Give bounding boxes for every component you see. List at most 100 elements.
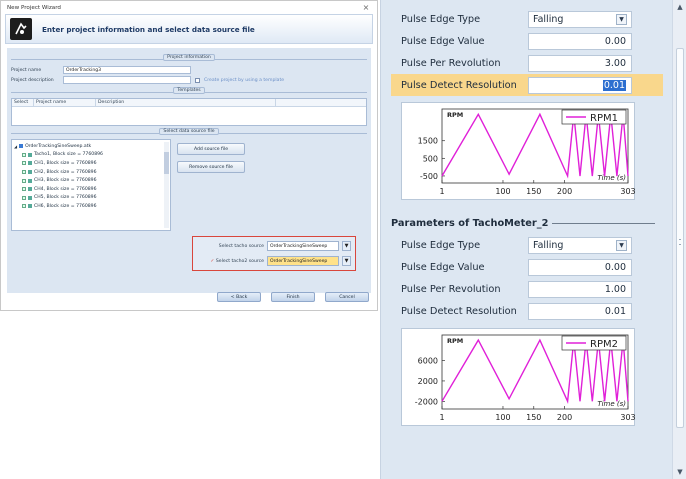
chevron-down-icon[interactable]: ▼ xyxy=(342,241,351,251)
x-tick-label: 150 xyxy=(526,413,541,422)
x-tick-label: 1 xyxy=(439,413,444,422)
data-source-tree[interactable]: ◢ OrderTrackingSineSweep.atk Tacho1, Blo… xyxy=(11,139,171,231)
wizard-footer: < Back Finish Cancel xyxy=(1,292,377,302)
tacho2-pulse-per-revolution-row: Pulse Per Revolution 1.00 xyxy=(391,278,663,300)
tree-item-tacho1[interactable]: Tacho1, Block size = 7760896 xyxy=(14,151,168,160)
wizard-heading: Enter project information and select dat… xyxy=(42,24,255,34)
column-header-description[interactable]: Description xyxy=(96,99,276,106)
pulse-edge-type-select[interactable]: Falling ▼ xyxy=(528,236,632,254)
pulse-detect-resolution-input[interactable]: 0.01 xyxy=(528,76,632,94)
tacho-source-select[interactable]: OrderTrackingSineSweep xyxy=(267,241,339,251)
pulse-edge-value-input[interactable]: 0.00 xyxy=(528,32,632,50)
y-axis-label: RPM xyxy=(447,337,463,345)
add-source-file-button[interactable]: Add source file xyxy=(177,143,245,155)
tacho2-pulse-edge-type-row: Pulse Edge Type Falling ▼ xyxy=(391,234,663,256)
x-tick-label: 200 xyxy=(557,187,572,196)
checkbox-icon[interactable] xyxy=(22,195,26,200)
project-information-group: Project information xyxy=(11,54,367,63)
y-tick-label: -2000 xyxy=(415,397,438,406)
checkbox-icon[interactable] xyxy=(22,204,26,209)
tree-item-ch6[interactable]: CH6, Block size = 7760896 xyxy=(14,202,168,211)
templates-header: Select Project name Description xyxy=(12,99,366,107)
tacho2-source-select[interactable]: OrderTrackingSineSweep xyxy=(267,256,339,266)
tacho1-pulse-edge-type-row: Pulse Edge Type Falling ▼ xyxy=(391,8,663,30)
tacho1-pulse-per-revolution-row: Pulse Per Revolution 3.00 xyxy=(391,52,663,74)
scrollbar-thumb[interactable] xyxy=(676,48,684,428)
tree-item-ch1[interactable]: CH1, Block size = 7760896 xyxy=(14,159,168,168)
check-icon: ✓ xyxy=(210,258,215,264)
collapse-icon[interactable]: ◢ xyxy=(14,144,17,149)
x-axis-label: Time (s) xyxy=(597,174,626,182)
y-tick-label: 500 xyxy=(423,154,438,163)
legend-label: RPM2 xyxy=(590,339,618,350)
pulse-per-revolution-label: Pulse Per Revolution xyxy=(401,57,501,69)
channel-icon xyxy=(28,161,32,166)
data-source-group: Select data source file xyxy=(11,128,367,137)
project-name-input[interactable]: OrderTracking3 xyxy=(63,66,191,74)
wizard-banner: Enter project information and select dat… xyxy=(5,14,373,44)
file-icon xyxy=(19,144,24,149)
wizard-logo-icon xyxy=(10,18,32,40)
checkbox-icon[interactable] xyxy=(22,152,26,157)
pulse-edge-type-label: Pulse Edge Type xyxy=(401,13,481,25)
tacho2-source-label: ✓ Select tacho2 source xyxy=(210,258,264,264)
tree-scrollbar[interactable] xyxy=(164,142,169,228)
pulse-edge-type-select[interactable]: Falling ▼ xyxy=(528,10,632,28)
x-tick-label: 303 xyxy=(620,413,635,422)
pulse-edge-value-input[interactable]: 0.00 xyxy=(528,258,632,276)
x-tick-label: 150 xyxy=(526,187,541,196)
tree-item-ch5[interactable]: CH5, Block size = 7760896 xyxy=(14,194,168,203)
scroll-up-icon[interactable]: ▲ xyxy=(673,0,686,14)
project-name-label: Project name xyxy=(11,67,42,73)
pulse-edge-value-label: Pulse Edge Value xyxy=(401,35,485,47)
finish-button[interactable]: Finish xyxy=(271,292,315,302)
use-template-checkbox[interactable] xyxy=(195,77,200,83)
chevron-down-icon[interactable]: ▼ xyxy=(616,239,627,251)
cancel-button[interactable]: Cancel xyxy=(325,292,369,302)
y-axis-label: RPM xyxy=(447,111,463,119)
channel-icon xyxy=(28,170,32,175)
chevron-down-icon[interactable]: ▼ xyxy=(616,13,627,25)
pulse-per-revolution-label: Pulse Per Revolution xyxy=(401,283,501,295)
pulse-detect-resolution-label: Pulse Detect Resolution xyxy=(401,79,517,91)
rpm2-chart-svg: 6000 2000 -20001 100 150 200 303 RPM Time (s) RPM… xyxy=(415,334,636,422)
pulse-per-revolution-input[interactable]: 3.00 xyxy=(528,54,632,72)
back-button[interactable]: < Back xyxy=(217,292,261,302)
templates-group: Templates xyxy=(11,87,367,96)
x-tick-label: 200 xyxy=(557,413,572,422)
chevron-down-icon[interactable]: ▼ xyxy=(342,256,351,266)
panel-scrollbar[interactable]: ▲ ▼ xyxy=(672,0,686,479)
channel-icon xyxy=(28,187,32,192)
tacho-source-highlight: Select tacho source OrderTrackingSineSwe… xyxy=(192,236,356,271)
pulse-detect-resolution-label: Pulse Detect Resolution xyxy=(401,305,517,317)
wizard-title: New Project Wizard xyxy=(7,4,61,11)
templates-table[interactable]: Select Project name Description xyxy=(11,98,367,126)
close-icon[interactable]: × xyxy=(361,3,371,13)
tachometer-2-section-title: Parameters of TachoMeter_2 xyxy=(391,212,663,234)
pulse-edge-type-label: Pulse Edge Type xyxy=(401,239,481,251)
legend-label: RPM1 xyxy=(590,113,618,124)
remove-source-file-button[interactable]: Remove source file xyxy=(177,161,245,173)
channel-icon xyxy=(28,195,32,200)
checkbox-icon[interactable] xyxy=(22,178,26,183)
project-description-input[interactable] xyxy=(63,76,191,84)
pulse-per-revolution-input[interactable]: 1.00 xyxy=(528,280,632,298)
tacho2-pulse-detect-resolution-row: Pulse Detect Resolution 0.01 xyxy=(391,300,663,322)
y-tick-label: 1500 xyxy=(418,137,438,146)
y-tick-label: 2000 xyxy=(418,377,438,386)
tree-item-ch3[interactable]: CH3, Block size = 7760896 xyxy=(14,176,168,185)
x-tick-label: 303 xyxy=(620,187,635,196)
checkbox-icon[interactable] xyxy=(22,161,26,166)
scroll-down-icon[interactable]: ▼ xyxy=(673,465,686,479)
pulse-detect-resolution-input[interactable]: 0.01 xyxy=(528,302,632,320)
tree-root-item[interactable]: ◢ OrderTrackingSineSweep.atk xyxy=(14,142,168,151)
x-axis-label: Time (s) xyxy=(597,400,626,408)
tree-item-ch2[interactable]: CH2, Block size = 7760896 xyxy=(14,168,168,177)
column-header-select[interactable]: Select xyxy=(12,99,34,106)
channel-icon xyxy=(28,152,32,157)
column-header-project-name[interactable]: Project name xyxy=(34,99,96,106)
checkbox-icon[interactable] xyxy=(22,170,26,175)
checkbox-icon[interactable] xyxy=(22,187,26,192)
tree-item-ch4[interactable]: CH4, Block size = 7760896 xyxy=(14,185,168,194)
use-template-label: Create project by using a template xyxy=(204,77,285,83)
